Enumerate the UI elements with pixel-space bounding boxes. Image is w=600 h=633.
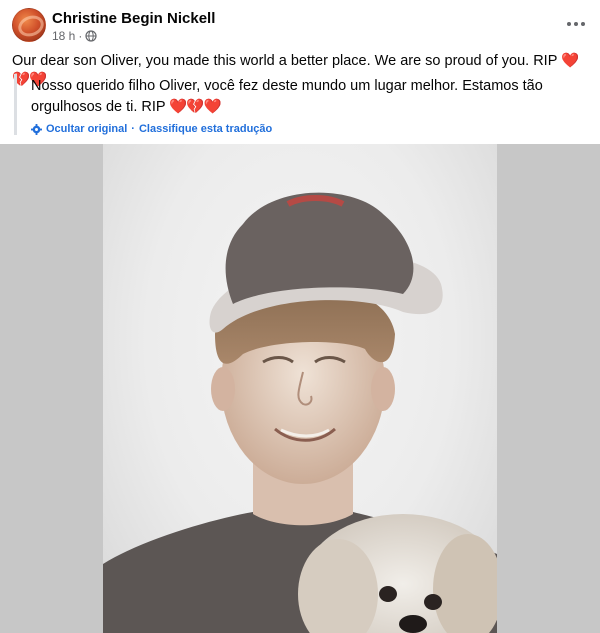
translation-links: Ocultar original · Classifique esta trad… <box>31 123 600 135</box>
post-message: Our dear son Oliver, you made this world… <box>12 53 558 69</box>
globe-icon[interactable] <box>85 30 97 42</box>
photo-illustration <box>103 192 497 633</box>
post-photo[interactable] <box>103 144 497 633</box>
post-header: Christine Begin Nickell 18 h · <box>0 0 600 48</box>
links-separator: · <box>131 123 135 135</box>
hide-original-link[interactable]: Ocultar original <box>46 123 127 135</box>
translated-emoji: ❤️💔❤️ <box>169 99 221 115</box>
photo-area[interactable] <box>0 144 600 633</box>
meta-separator: · <box>78 29 83 43</box>
translated-message: Nosso querido filho Oliver, você fez des… <box>31 78 543 115</box>
rate-translation-link[interactable]: Classifique esta tradução <box>139 123 272 135</box>
translation-gear-icon <box>31 123 42 135</box>
post-time[interactable]: 18 h <box>52 29 75 43</box>
translation-text: Nosso querido filho Oliver, você fez des… <box>31 76 600 118</box>
more-options-icon[interactable] <box>562 12 590 36</box>
translation-block: Nosso querido filho Oliver, você fez des… <box>14 74 600 135</box>
avatar[interactable] <box>12 8 46 42</box>
author-name[interactable]: Christine Begin Nickell <box>52 10 215 27</box>
post-meta: 18 h · <box>52 29 97 43</box>
